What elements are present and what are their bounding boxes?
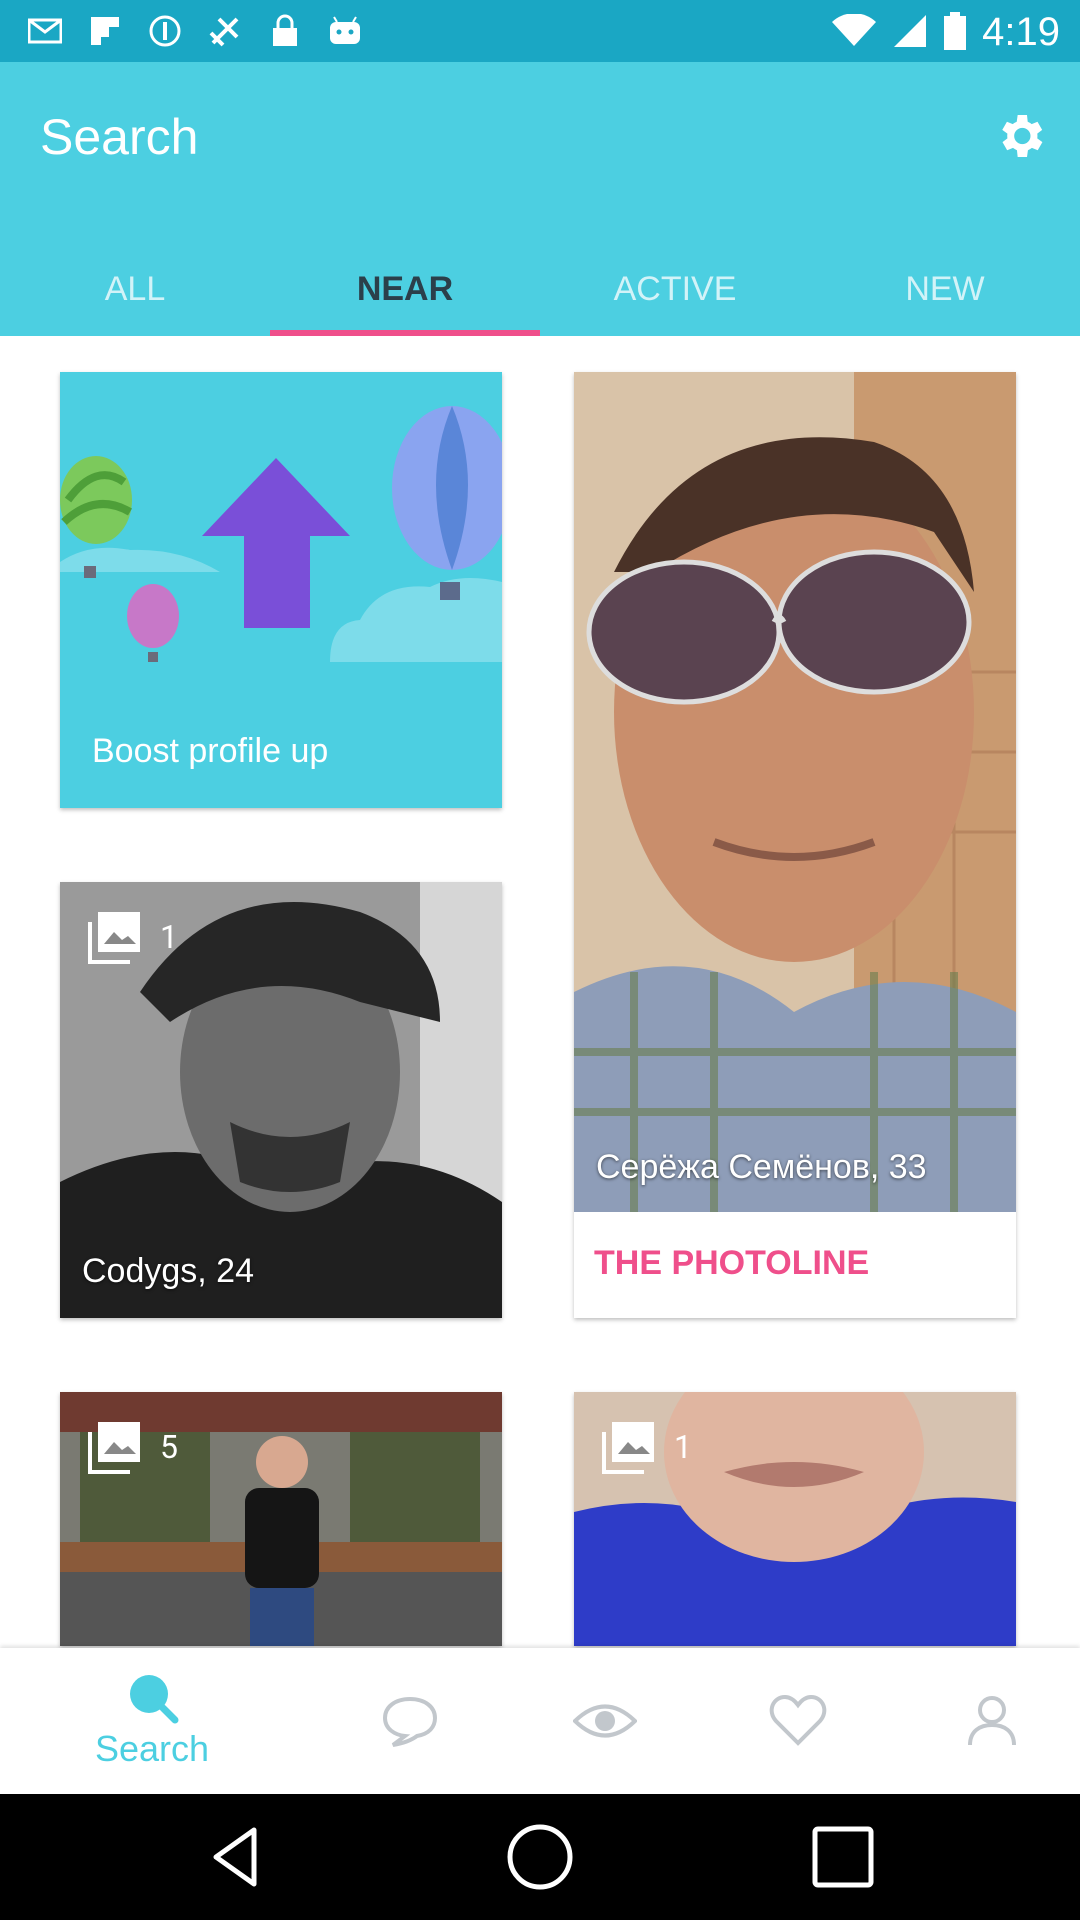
status-time: 4:19 <box>982 10 1060 54</box>
profile-card-5[interactable]: 5 <box>60 1392 502 1646</box>
nav-search-label: Search <box>94 1728 210 1769</box>
tab-near[interactable]: NEAR <box>270 262 540 336</box>
photo-count-value: 1 <box>160 918 178 956</box>
nav-search[interactable]: Search <box>72 1648 232 1794</box>
profile-icon <box>968 1696 1016 1746</box>
tab-new[interactable]: NEW <box>810 262 1080 336</box>
back-icon[interactable] <box>200 1822 270 1892</box>
profile-card-sergey[interactable]: Серёжа Семёнов, 33 THE PHOTOLINE <box>574 372 1016 1318</box>
app-bar: Search ALL NEAR ACTIVE NEW <box>0 62 1080 336</box>
gear-icon[interactable] <box>992 108 1048 164</box>
flipboard-icon <box>86 12 124 50</box>
mail-icon <box>26 12 64 50</box>
info-icon <box>146 12 184 50</box>
search-icon <box>130 1675 179 1724</box>
photo-count-value: 1 <box>674 1428 692 1466</box>
nav-visitors[interactable] <box>565 1648 645 1794</box>
lock-icon <box>266 12 304 50</box>
chat-icon <box>382 1696 438 1747</box>
photos-icon <box>602 1422 654 1474</box>
android-icon <box>326 12 364 50</box>
photo-count: 5 <box>88 1420 178 1474</box>
photo-count: 1 <box>88 910 178 964</box>
wifi-icon <box>832 12 877 52</box>
tab-active[interactable]: ACTIVE <box>540 262 810 336</box>
battery-icon <box>944 11 967 54</box>
signal-icon <box>892 13 928 53</box>
profile-name: Codygs, 24 <box>82 1252 254 1290</box>
photo-count: 1 <box>602 1420 692 1474</box>
recents-icon[interactable] <box>808 1822 878 1892</box>
heart-icon <box>769 1695 827 1746</box>
boost-illustration <box>60 406 502 662</box>
system-navigation-bar <box>0 1794 1080 1920</box>
tab-bar: ALL NEAR ACTIVE NEW <box>0 262 1080 336</box>
boost-profile-card[interactable]: Boost profile up <box>60 372 502 808</box>
home-icon[interactable] <box>505 1822 575 1892</box>
page-title: Search <box>40 109 199 165</box>
nav-messages[interactable] <box>370 1648 450 1794</box>
tab-indicator <box>270 330 540 336</box>
boost-label: Boost profile up <box>92 732 329 770</box>
profile-card-6[interactable]: 1 <box>574 1392 1016 1646</box>
profile-card-cody[interactable]: 1 Codygs, 24 <box>60 882 502 1318</box>
photos-icon <box>88 1422 140 1474</box>
nav-profile[interactable] <box>952 1648 1032 1794</box>
profile-photo <box>574 372 1016 1212</box>
photos-icon <box>88 912 140 964</box>
nav-likes[interactable] <box>758 1648 838 1794</box>
fake-gps-icon <box>206 12 244 50</box>
photoline-label[interactable]: THE PHOTOLINE <box>594 1244 869 1283</box>
photo-count-value: 5 <box>160 1428 178 1466</box>
bottom-navigation: Search <box>0 1648 1080 1794</box>
status-bar: 4:19 <box>0 0 1080 62</box>
eye-icon <box>573 1704 637 1738</box>
tab-all[interactable]: ALL <box>0 262 270 336</box>
profile-name: Серёжа Семёнов, 33 <box>596 1148 927 1186</box>
